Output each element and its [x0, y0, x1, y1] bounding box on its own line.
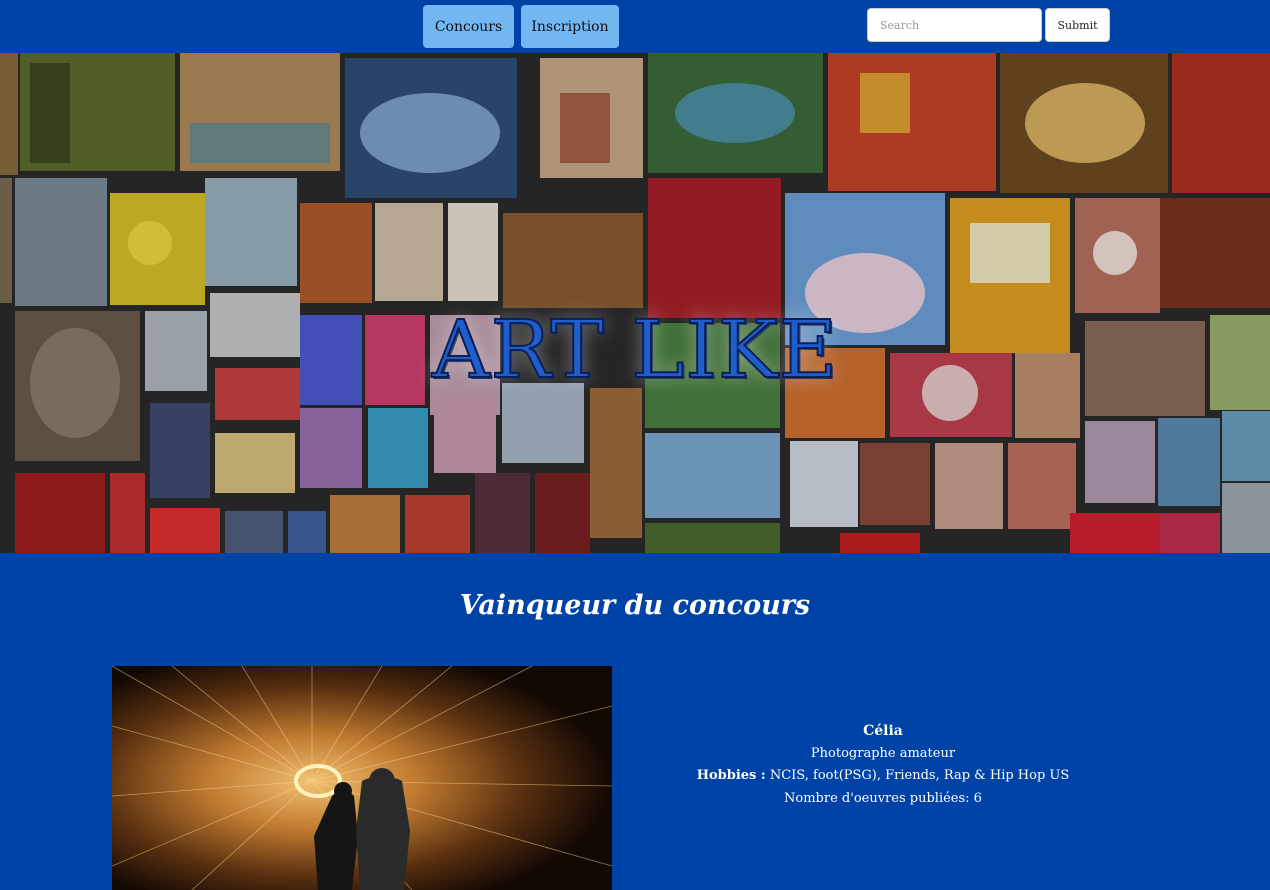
submit-button[interactable]: Submit [1045, 8, 1110, 42]
search-input[interactable] [867, 8, 1042, 42]
winner-works-count: Nombre d'oeuvres publiées: 6 [784, 790, 982, 806]
hobbies-value: NCIS, foot(PSG), Friends, Rap & Hip Hop … [769, 768, 1070, 783]
sparks-tunnel-image [112, 666, 612, 890]
winner-name: Célia [863, 723, 903, 739]
hero-banner: ART LIKE [0, 53, 1270, 553]
section-title: Vainqueur du concours [459, 590, 811, 621]
hero-title: ART LIKE [431, 302, 839, 397]
winner-info: Célia Photographe amateur Hobbies : NCIS… [633, 720, 1133, 810]
winner-photo-image [112, 666, 612, 890]
winner-hobbies: Hobbies : NCIS, foot(PSG), Friends, Rap … [633, 765, 1133, 788]
nav-inscription-button[interactable]: Inscription [521, 5, 619, 48]
top-navbar: Concours Inscription Submit [0, 0, 1270, 53]
winner-occupation: Photographe amateur [810, 745, 956, 761]
hobbies-label: Hobbies : [696, 768, 766, 783]
nav-concours-button[interactable]: Concours [423, 5, 514, 48]
